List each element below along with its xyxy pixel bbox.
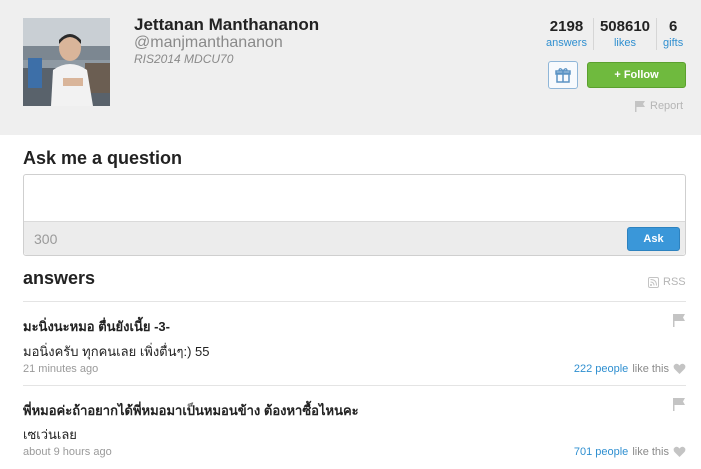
gift-icon [555, 68, 571, 83]
rss-link[interactable]: RSS [648, 276, 686, 288]
ask-title: Ask me a question [23, 148, 183, 168]
stat-label[interactable]: likes [600, 36, 650, 50]
ask-button[interactable]: Ask [627, 227, 680, 251]
stat-answers[interactable]: 2198 answers [540, 18, 593, 50]
likes-info: 701 people like this [574, 446, 686, 458]
likes-text: like this [632, 363, 669, 375]
report-link[interactable]: Report [634, 100, 683, 112]
ask-form: 300 Ask [23, 174, 686, 256]
rss-icon [648, 276, 659, 288]
question-text[interactable]: พี่หมอค่ะถ้าอยากได้พี่หมอมาเป็นหมอนข้าง … [23, 400, 359, 421]
answer-text: มอนิ่งครับ ทุกคนเลย เพิ่งตื่นๆ:) 55 [23, 344, 210, 359]
stat-label[interactable]: gifts [663, 36, 683, 50]
divider [23, 301, 686, 302]
likes-people-link[interactable]: 701 people [574, 446, 628, 458]
follow-button[interactable]: + Follow [587, 62, 686, 88]
answer-time[interactable]: about 9 hours ago [23, 446, 112, 458]
stat-value: 6 [668, 18, 678, 35]
profile-handle: @manjmanthananon [134, 34, 283, 51]
avatar[interactable] [23, 18, 110, 106]
ask-footer: 300 Ask [24, 221, 685, 255]
flag-icon[interactable] [672, 397, 686, 416]
report-label: Report [650, 100, 684, 112]
answer-text: เซเว่นเลย [23, 427, 77, 442]
answers-title: answers [23, 268, 96, 288]
likes-text: like this [632, 446, 669, 458]
heart-icon[interactable] [673, 363, 686, 375]
flag-icon [635, 101, 645, 112]
stat-label[interactable]: answers [546, 36, 587, 50]
profile-stats: 2198 answers 508610 likes 6 gifts [540, 18, 689, 50]
profile-bio: RIS2014 MDCU70 [134, 52, 234, 66]
flag-icon[interactable] [672, 313, 686, 332]
stat-value: 508610 [599, 18, 651, 35]
divider [23, 385, 686, 386]
stat-value: 2198 [549, 18, 584, 35]
char-counter: 300 [34, 231, 58, 247]
gift-button[interactable] [548, 61, 578, 89]
question-text[interactable]: มะนิ่งนะหมอ ตื่นยังเนี้ย -3- [23, 316, 170, 337]
profile-name: Jettanan Manthananon [134, 15, 320, 34]
question-input[interactable] [24, 175, 685, 221]
profile-header: Jettanan Manthananon @manjmanthananon RI… [0, 0, 701, 135]
heart-icon[interactable] [673, 446, 686, 458]
likes-people-link[interactable]: 222 people [574, 363, 628, 375]
stat-gifts[interactable]: 6 gifts [656, 18, 689, 50]
stat-likes[interactable]: 508610 likes [592, 18, 656, 50]
answer-time[interactable]: 21 minutes ago [23, 363, 98, 375]
likes-info: 222 people like this [574, 363, 686, 375]
rss-label: RSS [663, 276, 686, 288]
